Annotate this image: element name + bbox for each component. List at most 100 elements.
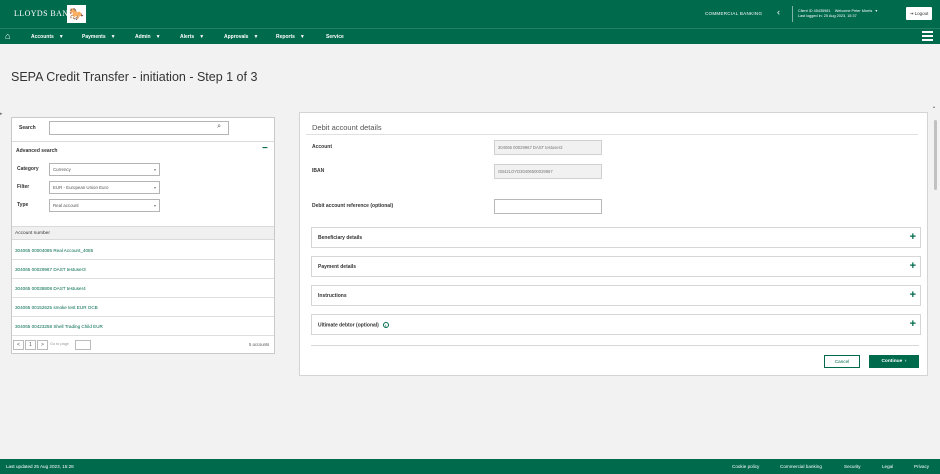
expand-plus-icon[interactable]: + (910, 259, 916, 273)
chevron-down-icon: ▾ (153, 203, 156, 208)
account-row[interactable]: 304065 00029967 DAST testuser3 (12, 260, 274, 279)
chevron-down-icon: ▾ (153, 185, 156, 190)
chevron-down-icon: ▾ (873, 9, 878, 13)
hamburger-menu-icon[interactable] (922, 31, 933, 41)
top-header: LLOYDS BANK 🐎 COMMERCIAL BANKING ‹ Clien… (0, 0, 940, 28)
chevron-down-icon: ▼ (299, 34, 305, 40)
brand-name[interactable]: LLOYDS BANK (14, 9, 75, 18)
continue-button[interactable]: Continue › (869, 355, 919, 368)
collapse-minus-icon[interactable]: − (262, 143, 268, 154)
nav-accounts[interactable]: Accounts ▼ (31, 34, 64, 40)
nav-reports-label: Reports (276, 34, 295, 40)
ultimate-debtor-label: Ultimate debtor (optional) (318, 322, 379, 329)
page-number[interactable]: 1 (25, 340, 36, 350)
advanced-search-heading[interactable]: Advanced search (16, 148, 57, 154)
logout-button[interactable]: ⇥ Logout (906, 7, 932, 20)
debit-reference-input[interactable] (494, 199, 602, 214)
title-divider (306, 134, 918, 135)
instructions-section[interactable]: Instructions + (311, 285, 921, 306)
nav-alerts-label: Alerts (180, 34, 195, 40)
account-row[interactable]: 304065 00423258 Shell Trading Child EUR (12, 317, 274, 336)
last-updated: Last updated 25 Aug 2023, 15:28 (6, 464, 74, 469)
search-label: Search (19, 125, 36, 131)
filter-select[interactable]: EUR - European Union Euro ▾ (49, 181, 160, 194)
iban-value: GB42LOYD30406500029967 (494, 164, 602, 179)
nav-admin-label: Admin (135, 34, 151, 40)
chevron-right-icon: › (904, 359, 907, 364)
footer-link-commercial-banking[interactable]: Commercial banking (780, 464, 822, 469)
search-input[interactable]: ⌕ (49, 121, 229, 135)
continue-label: Continue (881, 359, 903, 364)
account-search-panel: Search ⌕ Advanced search − Category Curr… (11, 117, 275, 354)
type-value: Real account (53, 203, 79, 208)
prev-page-button[interactable]: < (13, 340, 24, 350)
nav-service-label: Service (326, 34, 344, 40)
filter-value: EUR - European Union Euro (53, 185, 109, 190)
type-select[interactable]: Real account ▾ (49, 199, 160, 212)
account-row[interactable]: 304065 00004085 Real Account_4085 (12, 241, 274, 260)
chevron-down-icon: ▼ (58, 34, 64, 40)
actions-divider (311, 345, 919, 346)
cancel-button[interactable]: Cancel (824, 355, 860, 368)
debit-account-panel: Debit account details Account 304065 000… (299, 112, 928, 376)
scrollbar-thumb[interactable] (934, 120, 937, 190)
client-info[interactable]: Client ID 45435981 Welcome Peter Morris … (798, 9, 877, 19)
pagination: < 1 > Go to page 5 accounts (12, 340, 274, 352)
nav-approvals-label: Approvals (224, 34, 249, 40)
expand-plus-icon[interactable]: + (910, 317, 916, 331)
account-row[interactable]: 304065 00038808 DAST testuser4 (12, 279, 274, 298)
chevron-down-icon: ▼ (110, 34, 116, 40)
footer-link-security[interactable]: Security (844, 464, 861, 469)
chevron-down-icon: ▼ (155, 34, 161, 40)
page-title: SEPA Credit Transfer - initiation - Step… (11, 70, 258, 84)
nav-reports[interactable]: Reports ▼ (276, 34, 305, 40)
page-footer: Last updated 25 Aug 2023, 15:28 Cookie p… (0, 459, 940, 474)
goto-page-input[interactable] (75, 340, 91, 350)
nav-service[interactable]: Service (326, 34, 344, 40)
search-icon[interactable]: ⌕ (217, 123, 221, 131)
payment-details-section[interactable]: Payment details + (311, 256, 921, 277)
chevron-down-icon: ▾ (153, 167, 156, 172)
debit-reference-label: Debit account reference (optional) (312, 203, 394, 209)
expand-plus-icon[interactable]: + (910, 230, 916, 244)
account-value: 304065 00029967 DAST testuser3 (494, 140, 602, 155)
horse-logo-icon[interactable]: 🐎 (67, 5, 86, 23)
scroll-marker-icon: ▸ (0, 111, 3, 117)
info-icon[interactable]: i (382, 322, 389, 328)
home-icon[interactable]: ⌂ (5, 31, 10, 41)
category-value: Currency (53, 167, 71, 172)
instructions-label: Instructions (318, 293, 347, 299)
account-count: 5 accounts (249, 342, 270, 347)
category-select[interactable]: Currency ▾ (49, 163, 160, 176)
last-logged-in: Last logged in: 25 Aug 2023, 15:37 (798, 14, 857, 18)
ultimate-debtor-section[interactable]: Ultimate debtor (optional) i + (311, 314, 921, 335)
chevron-down-icon: ▼ (253, 34, 259, 40)
search-row: Search ⌕ (12, 118, 274, 142)
payment-details-label: Payment details (318, 264, 357, 270)
expand-plus-icon[interactable]: + (910, 288, 916, 302)
iban-label: IBAN (312, 168, 325, 174)
footer-link-legal[interactable]: Legal (882, 464, 893, 469)
header-divider (792, 6, 793, 22)
page-scrollbar[interactable] (933, 112, 938, 376)
chevron-left-icon[interactable]: ‹ (777, 7, 780, 17)
nav-admin[interactable]: Admin ▼ (135, 34, 161, 40)
welcome-text: Welcome Peter Morris (834, 9, 873, 13)
nav-approvals[interactable]: Approvals ▼ (224, 34, 258, 40)
scroll-up-icon[interactable]: ▴ (933, 104, 935, 109)
account-number-header[interactable]: Account number (12, 226, 274, 240)
footer-link-privacy[interactable]: Privacy (914, 464, 929, 469)
footer-link-cookie-policy[interactable]: Cookie policy (732, 464, 759, 469)
next-page-button[interactable]: > (37, 340, 48, 350)
nav-payments[interactable]: Payments ▼ (82, 34, 116, 40)
account-row[interactable]: 304065 00152625 smoke test EUR OCB (12, 298, 274, 317)
type-label: Type (17, 202, 29, 208)
nav-accounts-label: Accounts (31, 34, 54, 40)
category-label: Category (17, 166, 39, 172)
account-label: Account (312, 144, 332, 150)
commercial-banking-label: COMMERCIAL BANKING (705, 11, 763, 16)
chevron-down-icon: ▼ (199, 34, 205, 40)
main-navigation: ⌂ Accounts ▼ Payments ▼ Admin ▼ Alerts ▼ App… (0, 28, 940, 44)
nav-alerts[interactable]: Alerts ▼ (180, 34, 204, 40)
beneficiary-details-section[interactable]: Beneficiary details + (311, 227, 921, 248)
